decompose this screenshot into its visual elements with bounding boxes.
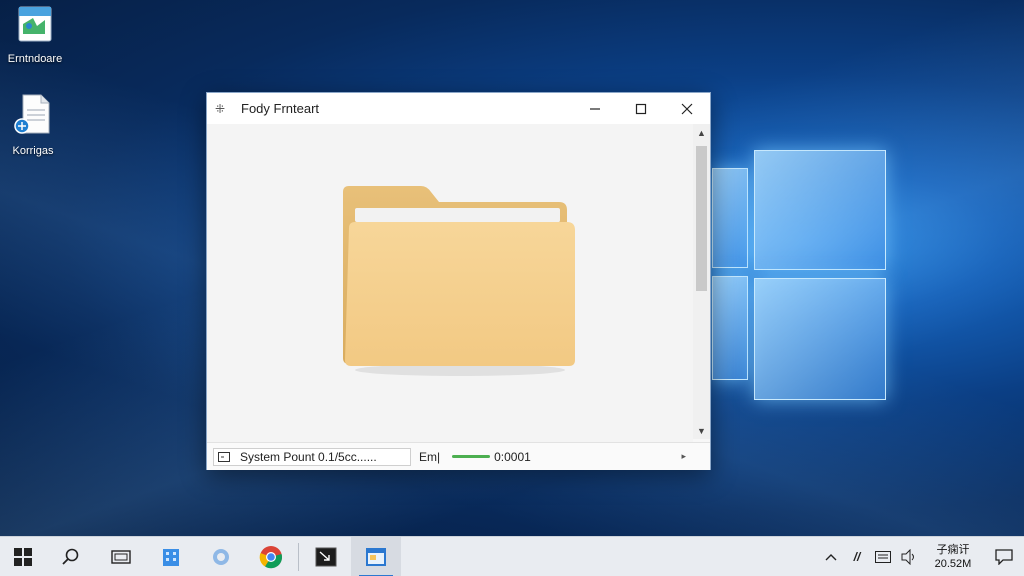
- desktop-icon-label: Erntndoare: [7, 53, 63, 65]
- clock-line-1: 子痫讦: [936, 544, 970, 556]
- clock-line-2: 20.52M: [934, 558, 972, 570]
- gear-app-icon: [213, 549, 229, 565]
- maximize-button[interactable]: [618, 93, 664, 124]
- status-text: System Pount 0.1/5cc......: [240, 449, 377, 464]
- taskbar-app-files[interactable]: [146, 537, 196, 576]
- taskbar-clock[interactable]: 子痫讦 20.52M: [922, 543, 984, 571]
- task-view-icon: [111, 550, 131, 564]
- window-title: Fody Frnteart: [241, 101, 320, 116]
- volume-icon[interactable]: [896, 537, 922, 576]
- taskbar-separator: [298, 543, 299, 571]
- close-icon: [681, 103, 693, 114]
- search-button[interactable]: [46, 537, 96, 576]
- folder-icon[interactable]: [335, 178, 585, 378]
- status-expand-icon[interactable]: ▸: [681, 451, 686, 462]
- tray-overflow-icon[interactable]: [818, 537, 844, 576]
- desktop-icon-korrigas[interactable]: Korrigas: [0, 92, 68, 157]
- terminal-icon: [315, 547, 337, 567]
- progress-indicator: [452, 455, 491, 458]
- taskbar-app-window-active[interactable]: [351, 537, 401, 576]
- notification-icon: [995, 549, 1013, 565]
- window-app-icon: [366, 548, 386, 566]
- start-button[interactable]: [0, 537, 46, 576]
- speaker-icon: [901, 549, 914, 565]
- scroll-up-icon[interactable]: ▲: [693, 128, 710, 138]
- taskbar: // 子痫讦 20.52M: [0, 536, 1024, 576]
- close-button[interactable]: [664, 93, 710, 124]
- windows-logo-pane-top-left: [712, 168, 748, 268]
- windows-start-icon: [14, 548, 32, 566]
- keyboard-icon[interactable]: [870, 537, 896, 576]
- search-icon: [62, 548, 79, 565]
- chevron-up-icon: [825, 554, 837, 561]
- app-document-icon: [18, 6, 52, 42]
- maximize-icon: [635, 103, 647, 114]
- notification-center-button[interactable]: [984, 537, 1024, 576]
- keyboard-glyph-icon: [875, 551, 891, 563]
- minimize-icon: [590, 107, 600, 110]
- network-icon[interactable]: //: [844, 537, 870, 576]
- text-file-icon: [14, 94, 50, 134]
- taskbar-app-settings[interactable]: [196, 537, 246, 576]
- browser-icon: [259, 546, 283, 569]
- taskbar-app-terminal[interactable]: [301, 537, 351, 576]
- system-tray: // 子痫讦 20.52M: [818, 537, 1024, 576]
- window-statusbar: System Pount 0.1/5cc...... Em| 0:0001 ▸: [207, 442, 710, 470]
- status-value: 0:0001: [494, 449, 531, 464]
- windows-logo-pane-bottom-left: [712, 276, 748, 380]
- app-window: ⁜ Fody Frnteart ▲ ▼ System Pount 0.1/5cc…: [206, 92, 711, 470]
- status-field[interactable]: System Pount 0.1/5cc......: [213, 447, 411, 466]
- building-app-icon: [163, 549, 179, 566]
- minimize-button[interactable]: [572, 93, 618, 124]
- window-content: [207, 124, 693, 444]
- task-view-button[interactable]: [96, 537, 146, 576]
- taskbar-app-browser[interactable]: [246, 537, 296, 576]
- vertical-scrollbar[interactable]: ▲ ▼: [693, 124, 710, 439]
- drive-icon: [218, 451, 230, 462]
- scroll-down-icon[interactable]: ▼: [693, 426, 710, 436]
- window-titlebar[interactable]: ⁜ Fody Frnteart: [207, 93, 710, 124]
- desktop-icon-label: Korrigas: [12, 145, 54, 157]
- windows-logo-pane-top-right: [754, 150, 886, 270]
- status-label: Em|: [419, 449, 441, 464]
- app-grid-icon: ⁜: [215, 101, 226, 116]
- desktop-icon-erntndoare[interactable]: Erntndoare: [0, 4, 70, 65]
- windows-logo-pane-bottom-right: [754, 278, 886, 400]
- scroll-thumb[interactable]: [696, 146, 707, 291]
